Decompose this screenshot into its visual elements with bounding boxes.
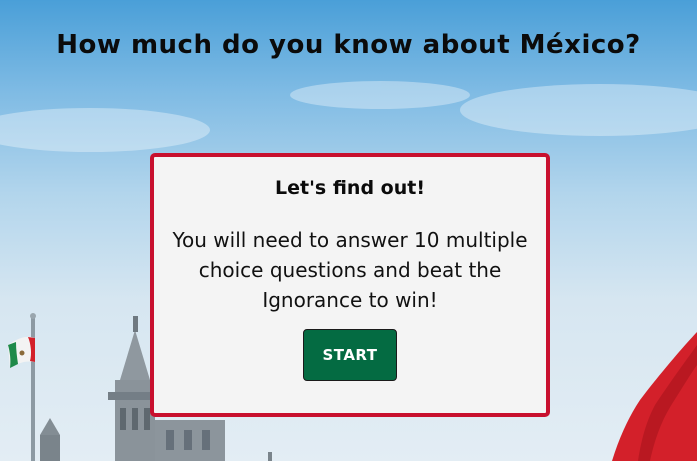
card-description: You will need to answer 10 multiple choi… [172, 228, 528, 312]
waving-flag-icon [612, 332, 697, 461]
clouds [0, 81, 697, 152]
intro-card: Let's find out! You will need to answer … [150, 153, 550, 417]
card-heading: Let's find out! [275, 177, 425, 199]
page-title: How much do you know about México? [56, 30, 641, 60]
mexican-flag-icon [8, 313, 36, 461]
start-button[interactable]: START [303, 329, 397, 381]
